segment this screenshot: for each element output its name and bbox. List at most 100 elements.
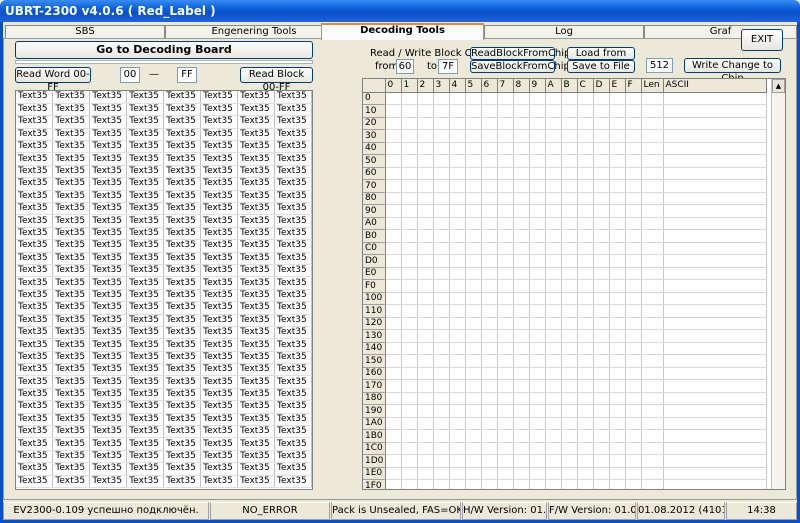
hex-cell[interactable] xyxy=(561,129,578,143)
hex-cell[interactable] xyxy=(481,129,498,143)
hex-cell[interactable] xyxy=(449,404,466,418)
hex-cell[interactable] xyxy=(497,304,514,318)
text-cell[interactable]: Text35 xyxy=(89,264,128,278)
hex-cell[interactable] xyxy=(433,142,450,155)
hex-cell[interactable] xyxy=(593,417,610,430)
hex-cell[interactable] xyxy=(577,229,594,243)
text-cell[interactable]: Text35 xyxy=(274,388,312,402)
text-cell[interactable]: Text35 xyxy=(163,289,202,303)
text-cell[interactable]: Text35 xyxy=(126,177,165,191)
hex-cell[interactable] xyxy=(529,342,546,355)
hex-cell[interactable] xyxy=(401,467,418,480)
hex-cell[interactable] xyxy=(497,354,514,368)
text-cell[interactable]: Text35 xyxy=(89,425,128,439)
text-cell[interactable]: Text35 xyxy=(52,326,91,340)
hex-cell[interactable] xyxy=(593,367,610,380)
hex-cell[interactable] xyxy=(417,204,434,218)
hex-cell[interactable] xyxy=(513,242,530,255)
text-cell[interactable]: Text35 xyxy=(274,462,312,476)
hex-cell[interactable] xyxy=(545,417,562,430)
hex-cell[interactable] xyxy=(433,229,450,243)
hex-cell[interactable] xyxy=(577,204,594,218)
text-cell[interactable]: Text35 xyxy=(163,314,202,327)
hex-cell[interactable] xyxy=(663,129,767,143)
text-cell[interactable]: Text35 xyxy=(237,289,276,303)
hex-cell[interactable] xyxy=(593,242,610,255)
hex-cell[interactable] xyxy=(593,267,610,280)
hex-cell[interactable] xyxy=(529,204,546,218)
text-cell[interactable]: Text35 xyxy=(89,363,128,377)
text-cell[interactable]: Text35 xyxy=(200,375,239,389)
hex-cell[interactable] xyxy=(401,204,418,218)
exit-button[interactable]: EXIT xyxy=(741,29,783,51)
hex-cell[interactable] xyxy=(663,317,767,330)
text-cell[interactable]: Text35 xyxy=(200,450,239,464)
hex-cell[interactable] xyxy=(577,254,594,268)
hex-cell[interactable] xyxy=(433,304,450,318)
hex-cell[interactable] xyxy=(593,192,610,205)
hex-cell[interactable] xyxy=(545,479,562,489)
text-cell[interactable]: Text35 xyxy=(274,264,312,278)
text-cell[interactable]: Text35 xyxy=(274,437,312,451)
hex-cell[interactable] xyxy=(529,179,546,193)
hex-cell[interactable] xyxy=(449,167,466,180)
hex-cell[interactable] xyxy=(609,142,626,155)
hex-cell[interactable] xyxy=(417,392,434,405)
text-cell[interactable]: Text35 xyxy=(126,462,165,476)
hex-cell[interactable] xyxy=(593,392,610,405)
hex-cell[interactable] xyxy=(577,242,594,255)
text-cell[interactable]: Text35 xyxy=(52,264,91,278)
text-cell[interactable]: Text35 xyxy=(52,314,91,327)
hex-cell[interactable] xyxy=(641,229,664,243)
hex-cell[interactable] xyxy=(593,304,610,318)
hex-cell[interactable] xyxy=(641,367,664,380)
text-cell[interactable]: Text35 xyxy=(16,437,54,451)
text-cell[interactable]: Text35 xyxy=(89,252,128,265)
hex-cell[interactable] xyxy=(433,454,450,468)
hex-cell[interactable] xyxy=(663,367,767,380)
hex-cell[interactable] xyxy=(577,142,594,155)
hex-cell[interactable] xyxy=(609,467,626,480)
hex-cell[interactable] xyxy=(561,104,578,118)
hex-cell[interactable] xyxy=(449,242,466,255)
hex-cell[interactable] xyxy=(497,104,514,118)
hex-cell[interactable] xyxy=(641,179,664,193)
hex-cell[interactable] xyxy=(577,342,594,355)
hex-cell[interactable] xyxy=(663,192,767,205)
hex-cell[interactable] xyxy=(663,229,767,243)
hex-cell[interactable] xyxy=(385,154,402,168)
hex-cell[interactable] xyxy=(449,304,466,318)
text-cell[interactable]: Text35 xyxy=(200,214,239,228)
text-cell[interactable]: Text35 xyxy=(274,425,312,439)
text-cell[interactable]: Text35 xyxy=(274,115,312,129)
hex-cell[interactable] xyxy=(529,267,546,280)
range-from-input[interactable]: 00 xyxy=(120,67,140,83)
hex-cell[interactable] xyxy=(481,379,498,393)
hex-cell[interactable] xyxy=(401,292,418,305)
hex-cell[interactable] xyxy=(385,142,402,155)
hex-cell[interactable] xyxy=(465,179,482,193)
hex-cell[interactable] xyxy=(417,342,434,355)
hex-cell[interactable] xyxy=(593,104,610,118)
hex-cell[interactable] xyxy=(513,167,530,180)
hex-cell[interactable] xyxy=(417,117,434,130)
text-cell[interactable]: Text35 xyxy=(16,103,54,117)
text-cell[interactable]: Text35 xyxy=(16,375,54,389)
hex-cell[interactable] xyxy=(561,304,578,318)
text-cell[interactable]: Text35 xyxy=(52,152,91,166)
hex-cell[interactable] xyxy=(561,429,578,443)
hex-cell[interactable] xyxy=(561,454,578,468)
hex-cell[interactable] xyxy=(663,379,767,393)
text-cell[interactable]: Text35 xyxy=(16,413,54,427)
hex-cell[interactable] xyxy=(385,254,402,268)
hex-cell[interactable] xyxy=(417,454,434,468)
hex-cell[interactable] xyxy=(545,254,562,268)
hex-cell[interactable] xyxy=(465,129,482,143)
hex-cell[interactable] xyxy=(385,317,402,330)
hex-cell[interactable] xyxy=(481,329,498,343)
text-cell[interactable]: Text35 xyxy=(126,214,165,228)
text-cell[interactable]: Text35 xyxy=(16,227,54,241)
hex-cell[interactable] xyxy=(449,229,466,243)
hex-cell[interactable] xyxy=(385,279,402,293)
text-cell[interactable]: Text35 xyxy=(163,177,202,191)
